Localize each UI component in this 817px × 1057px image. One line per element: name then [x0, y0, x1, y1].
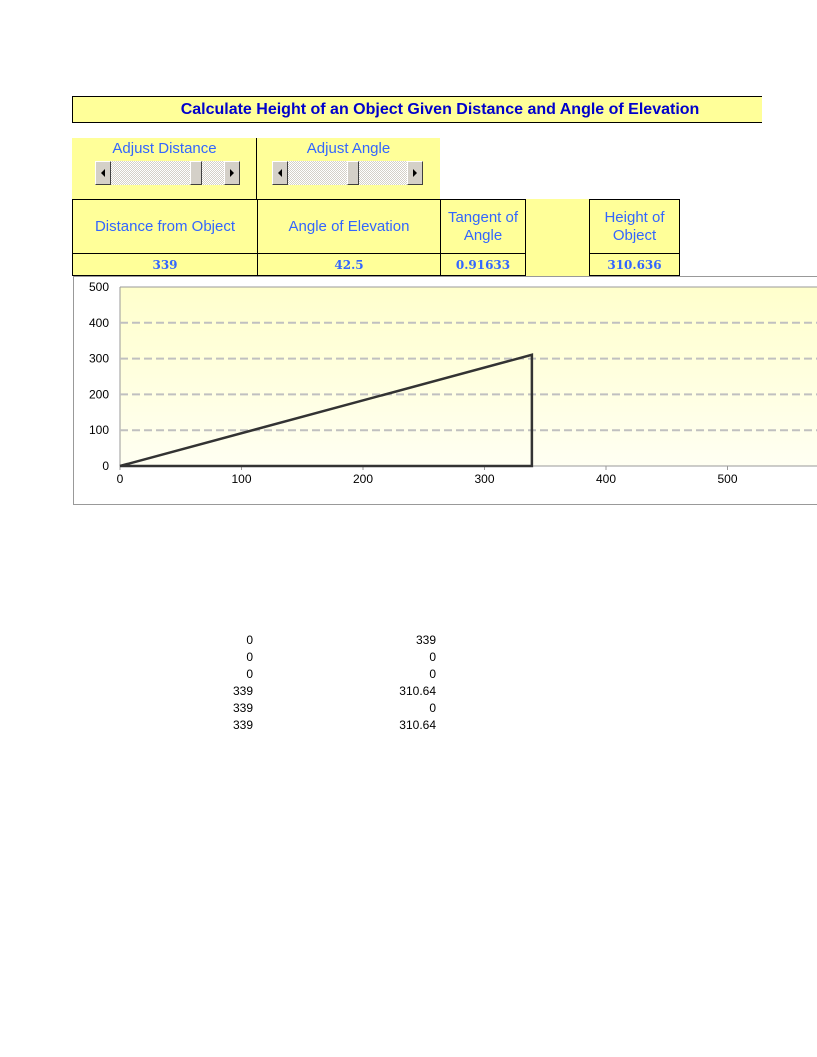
height-value[interactable]: 310.636	[589, 253, 680, 276]
header-distance-label: Distance from Object	[94, 217, 236, 235]
tangent-value[interactable]: 0.91633	[440, 253, 526, 276]
x-tick-label: 0	[117, 472, 124, 486]
y-tick-label: 200	[89, 387, 109, 401]
x-tick-label: 400	[596, 472, 616, 486]
y-tick-label: 0	[102, 459, 109, 473]
angle-scrollbar[interactable]	[272, 161, 423, 185]
distance-scrollbar[interactable]	[95, 161, 240, 185]
data-cell-y[interactable]: 310.64	[376, 683, 436, 700]
arrow-right-icon	[230, 169, 234, 177]
adjust-distance-label: Adjust Distance	[112, 140, 217, 157]
distance-control-panel: Adjust Distance	[72, 138, 257, 200]
triangle-chart: 0 100 200 300 400 500 0 100 200 300 400 500	[89, 280, 817, 486]
distance-scroll-thumb[interactable]	[189, 161, 202, 185]
distance-value[interactable]: 339	[72, 253, 258, 276]
header-tangent: Tangent of Angle	[440, 199, 526, 254]
data-cell-x[interactable]: 0	[193, 666, 253, 683]
header-angle: Angle of Elevation	[257, 199, 441, 254]
arrow-left-icon	[101, 169, 105, 177]
x-tick-label: 500	[717, 472, 737, 486]
angle-scroll-right-button[interactable]	[407, 161, 423, 185]
y-tick-label: 300	[89, 352, 109, 366]
header-tangent-line1: Tangent of	[447, 208, 519, 226]
header-tangent-line2: Angle	[463, 226, 503, 244]
header-distance: Distance from Object	[72, 199, 258, 254]
data-cell-y[interactable]: 339	[376, 632, 436, 649]
plot-area	[120, 287, 817, 466]
angle-scroll-thumb[interactable]	[346, 161, 359, 185]
x-tick-label: 200	[353, 472, 373, 486]
header-height-line1: Height of	[604, 208, 665, 226]
data-cell-x[interactable]: 339	[193, 683, 253, 700]
y-tick-label: 400	[89, 316, 109, 330]
angle-value[interactable]: 42.5	[257, 253, 441, 276]
data-cell-x[interactable]: 339	[193, 700, 253, 717]
title-banner: Calculate Height of an Object Given Dist…	[72, 96, 762, 123]
data-cell-x[interactable]: 0	[193, 649, 253, 666]
data-cell-y[interactable]: 0	[376, 700, 436, 717]
header-angle-label: Angle of Elevation	[288, 217, 410, 235]
data-cell-y[interactable]: 310.64	[376, 717, 436, 734]
page-title: Calculate Height of an Object Given Dist…	[180, 101, 700, 118]
arrow-left-icon	[278, 169, 282, 177]
distance-scroll-left-button[interactable]	[95, 161, 111, 185]
x-tick-label: 300	[474, 472, 494, 486]
angle-control-panel: Adjust Angle	[257, 138, 440, 200]
data-cell-y[interactable]: 0	[376, 666, 436, 683]
data-cell-y[interactable]: 0	[376, 649, 436, 666]
y-tick-label: 100	[89, 423, 109, 437]
distance-scroll-right-button[interactable]	[224, 161, 240, 185]
spacer-cell	[526, 199, 590, 276]
chart-container[interactable]: 0 100 200 300 400 500 0 100 200 300 400 500	[73, 276, 817, 505]
x-tick-label: 100	[231, 472, 251, 486]
data-table: 0 339 0 0 0 0 339 310.64 339 0 339 310.64	[190, 632, 450, 742]
angle-scroll-left-button[interactable]	[272, 161, 288, 185]
header-height: Height of Object	[589, 199, 680, 254]
data-cell-x[interactable]: 0	[193, 632, 253, 649]
header-height-line2: Object	[612, 226, 657, 244]
arrow-right-icon	[413, 169, 417, 177]
y-tick-label: 500	[89, 280, 109, 294]
adjust-angle-label: Adjust Angle	[306, 140, 391, 157]
data-cell-x[interactable]: 339	[193, 717, 253, 734]
